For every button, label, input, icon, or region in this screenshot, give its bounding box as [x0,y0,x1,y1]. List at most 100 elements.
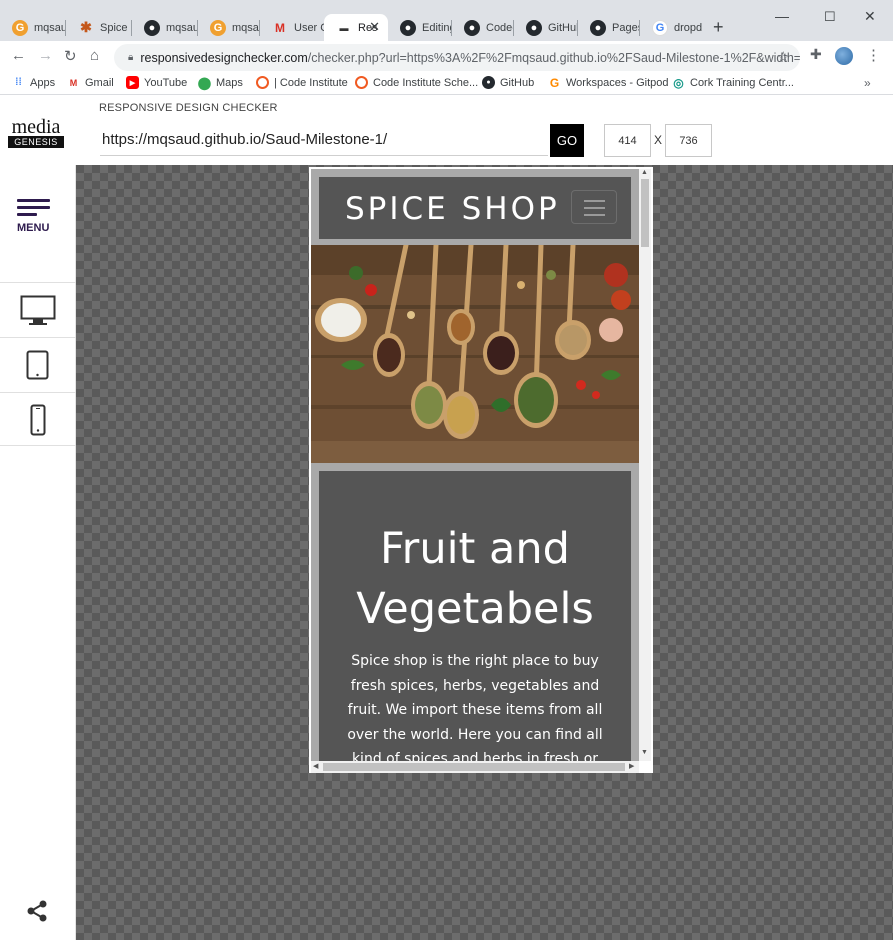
g-orange-icon: G [210,19,226,36]
profile-avatar[interactable] [835,47,853,65]
desktop-monitor-icon [20,295,56,325]
bookmark-cork-training[interactable]: ◎ Cork Training Centr... [672,75,794,90]
tab-active[interactable]: ▬ Res ✕ [324,14,388,41]
logo-top-text: media [11,116,61,138]
hamburger-line-icon [584,207,605,209]
horizontal-scroll-thumb[interactable] [323,763,625,771]
github-icon: ● [400,19,416,36]
bookmark-code-institute-schedule[interactable]: Code Institute Sche... [355,76,478,89]
tab[interactable]: ● mqsau [132,14,198,41]
minimize-icon[interactable]: — [775,8,789,24]
github-icon: ● [464,19,480,36]
height-input[interactable]: 736 [665,124,712,157]
address-path: /checker.php?url=https%3A%2F%2Fmqsaud.gi… [307,50,800,65]
site-navbar: SPICE SHOP [319,177,631,239]
menu-label[interactable]: MENU [17,222,49,234]
tab[interactable]: MUser C [260,14,324,41]
bookmark-gmail[interactable]: M Gmail [67,76,114,89]
hamburger-line-icon [584,214,605,216]
dimension-separator: X [654,133,663,147]
bookmark-apps[interactable]: ⁞⁞ Apps [12,76,55,89]
cork-training-icon: ◎ [673,75,684,90]
extensions-icon[interactable]: ✚ [810,46,822,63]
close-tab-icon[interactable]: ✕ [369,19,380,35]
reload-icon[interactable]: ↻ [64,47,77,65]
share-icon[interactable] [25,899,49,923]
navbar-toggler-button[interactable] [571,190,617,224]
g-orange-icon: G [12,19,28,36]
forward-arrow-icon[interactable]: → [38,47,53,64]
vertical-scrollbar[interactable]: ▲ ▼ [639,169,651,761]
window-close-icon[interactable]: ✕ [864,8,876,25]
smartphone-icon [30,404,46,436]
browser-window: Gmqsau ✱Spice S ●mqsau Gmqsau MUser C ▬R… [0,0,893,945]
device-phone-button[interactable] [0,392,76,446]
card-text: Spice shop is the right place to buy fre… [347,653,603,761]
device-tablet-button[interactable] [0,337,76,392]
chrome-menu-icon[interactable]: ⋮ [866,46,881,64]
tab[interactable]: ●GitHub [514,14,578,41]
tab[interactable]: Gmqsau [198,14,260,41]
gmail-icon: M [69,77,78,88]
rdc-icon: ▬ [339,22,349,33]
media-genesis-logo[interactable]: media GENESIS [8,116,64,148]
site-viewport[interactable]: SPICE SHOP Fruit and Vegetabels Spice sh… [311,169,639,761]
tablet-icon [26,350,49,380]
info-card: Fruit and Vegetabels Spice shop is the r… [319,471,631,761]
spice-icon: ✱ [80,19,92,35]
back-arrow-icon[interactable]: ← [11,47,26,64]
tab[interactable]: ● Code- [452,14,514,41]
bookmarks-bar: ⁞⁞ Apps M Gmail ▶ YouTube ⬤ Maps | Code Inst… [0,73,893,95]
device-preview-frame: SPICE SHOP Fruit and Vegetabels Spice sh… [309,167,653,773]
device-desktop-button[interactable] [0,282,76,337]
horizontal-scrollbar[interactable]: ◀ ▶ [311,761,639,773]
vertical-scroll-thumb[interactable] [641,179,649,247]
width-input[interactable]: 414 [604,124,651,157]
scroll-down-arrow-icon[interactable]: ▼ [641,749,648,756]
hamburger-line-icon [584,200,605,202]
tab[interactable]: ●Editing [388,14,452,41]
bookmark-maps[interactable]: ⬤ Maps [197,75,243,90]
tab[interactable]: ●Pages [578,14,640,41]
checker-url-input[interactable] [100,124,548,156]
tab[interactable]: ✱Spice S [66,14,132,41]
bookmark-star-icon[interactable]: ☆ [777,48,790,66]
maximize-icon[interactable]: ☐ [824,9,836,25]
go-button[interactable]: GO [550,124,584,157]
code-institute-icon [256,76,269,89]
site-brand[interactable]: SPICE SHOP [345,191,560,227]
card-title: Fruit and Vegetabels [356,524,594,634]
maps-icon: ⬤ [197,75,212,90]
browser-toolbar: ← → ↻ ⌂ 🔒︎ responsivedesignchecker.com/c… [0,41,893,73]
apps-grid-icon: ⁞⁞ [15,77,22,88]
logo-bottom-text: GENESIS [8,136,64,148]
bookmark-youtube[interactable]: ▶ YouTube [126,76,187,89]
tab[interactable]: Gmqsau [0,14,66,41]
checker-header-label: RESPONSIVE DESIGN CHECKER [99,102,278,114]
tab[interactable]: Gdropd [640,14,706,41]
github-icon: ● [144,19,160,36]
address-host: responsivedesignchecker.com [140,50,308,65]
lock-icon: 🔒︎ [128,52,134,63]
scroll-left-arrow-icon[interactable]: ◀ [313,762,318,770]
tab-strip: Gmqsau ✱Spice S ●mqsau Gmqsau MUser C ▬R… [0,0,893,41]
code-institute-icon [355,76,368,89]
scroll-up-arrow-icon[interactable]: ▲ [641,169,648,176]
github-icon: ● [482,76,495,89]
bookmark-code-institute[interactable]: | Code Institute [256,76,348,89]
bookmark-github[interactable]: ● GitHub [482,76,534,89]
bookmark-gitpod[interactable]: G Workspaces - Gitpod [548,75,669,90]
hamburger-menu-icon[interactable] [17,199,51,219]
address-bar[interactable]: 🔒︎ responsivedesignchecker.com/checker.p… [114,44,800,71]
bookmarks-overflow-chevron[interactable]: » [864,76,871,90]
google-icon: G [652,19,668,36]
scroll-right-arrow-icon[interactable]: ▶ [629,762,634,770]
hero-image [311,245,639,463]
new-tab-button[interactable]: + [713,17,724,38]
gitpod-icon: G [549,75,560,90]
youtube-icon: ▶ [126,76,139,89]
home-icon[interactable]: ⌂ [90,47,99,64]
spices-on-spoons-image [311,245,639,463]
gmail-icon: M [275,20,285,35]
github-icon: ● [526,19,542,36]
